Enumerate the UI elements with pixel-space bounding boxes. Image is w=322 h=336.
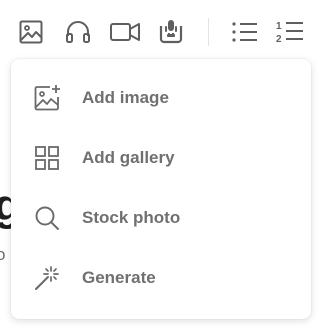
insert-video-button[interactable] (107, 14, 143, 50)
bulleted-list-button[interactable] (227, 14, 263, 50)
insert-podcast-button[interactable] (153, 14, 189, 50)
insert-image-button[interactable] (13, 14, 49, 50)
menu-item-add-gallery[interactable]: Add gallery (11, 128, 311, 188)
numbered-list-button[interactable]: 1 2 (272, 14, 308, 50)
gallery-grid-icon (33, 144, 61, 172)
image-insert-menu: Add image Add gallery Stock photo Genera… (11, 59, 311, 319)
bulleted-list-icon (232, 22, 257, 42)
video-icon (110, 23, 140, 41)
menu-item-label: Add gallery (82, 148, 175, 167)
menu-item-stock-photo[interactable]: Stock photo (11, 188, 311, 248)
magic-wand-icon (33, 264, 61, 292)
numbered-list-icon: 1 2 (276, 21, 303, 45)
image-icon (19, 20, 43, 44)
menu-item-label: Generate (82, 268, 156, 287)
editor-toolbar: 1 2 (0, 0, 322, 64)
audio-icon (66, 21, 90, 43)
add-image-icon (33, 84, 61, 112)
menu-item-label: Stock photo (82, 208, 181, 227)
search-icon (33, 204, 61, 232)
podcast-icon (159, 20, 183, 44)
menu-item-label: Add image (82, 88, 169, 107)
toolbar-separator (208, 18, 209, 46)
post-subtext-fragment: o (0, 245, 6, 264)
menu-item-generate[interactable]: Generate (11, 248, 311, 308)
numbered-list-digit-1: 1 (276, 21, 282, 32)
menu-item-add-image[interactable]: Add image (11, 68, 311, 128)
numbered-list-digit-2: 2 (276, 34, 282, 45)
insert-audio-button[interactable] (60, 14, 96, 50)
